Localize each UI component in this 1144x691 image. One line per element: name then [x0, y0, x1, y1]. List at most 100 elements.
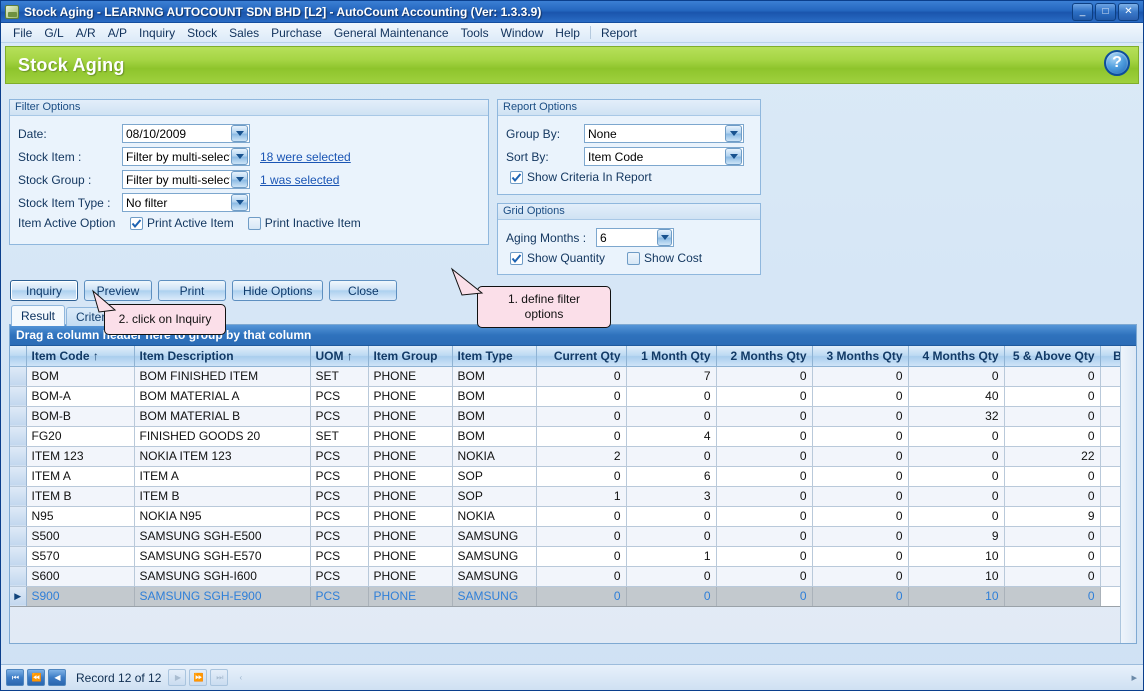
- menu-item-window[interactable]: Window: [495, 24, 550, 42]
- table-cell[interactable]: 0: [812, 386, 909, 407]
- table-row[interactable]: BOM-ABOM MATERIAL APCSPHONEBOM000040040: [10, 386, 1120, 407]
- table-row[interactable]: BOM-BBOM MATERIAL BPCSPHONEBOM000032032: [10, 406, 1120, 427]
- maximize-button[interactable]: □: [1095, 2, 1116, 21]
- hide-options-button[interactable]: Hide Options: [232, 280, 324, 301]
- menu-item-ar[interactable]: A/R: [70, 24, 102, 42]
- table-row[interactable]: N95NOKIA N95PCSPHONENOKIA0000099: [10, 506, 1120, 527]
- table-cell[interactable]: 0: [812, 366, 909, 387]
- table-cell[interactable]: SOP: [452, 486, 537, 507]
- menu-item-help[interactable]: Help: [549, 24, 586, 42]
- table-cell[interactable]: 0: [536, 466, 627, 487]
- table-cell[interactable]: 7: [1100, 366, 1120, 387]
- table-cell[interactable]: ITEM B: [26, 486, 135, 507]
- row-selector-cell[interactable]: [10, 486, 27, 507]
- stock-group-select[interactable]: Filter by multi-select: [122, 170, 250, 189]
- column-header-item-description[interactable]: Item Description: [134, 346, 311, 367]
- table-cell[interactable]: BOM MATERIAL B: [134, 406, 311, 427]
- table-cell[interactable]: PHONE: [368, 506, 453, 527]
- table-cell[interactable]: 0: [536, 566, 627, 587]
- table-cell[interactable]: S900: [26, 586, 135, 607]
- status-resize-grip[interactable]: ▸: [1131, 671, 1137, 684]
- table-cell[interactable]: 0: [536, 386, 627, 407]
- table-cell[interactable]: 22: [1004, 446, 1101, 467]
- table-cell[interactable]: 0: [908, 366, 1005, 387]
- column-header-balance-qty[interactable]: Balance Qty: [1100, 346, 1120, 367]
- table-cell[interactable]: 0: [812, 426, 909, 447]
- show-cost-checkbox[interactable]: Show Cost: [627, 251, 702, 265]
- table-cell[interactable]: NOKIA: [452, 506, 537, 527]
- menu-item-general-maintenance[interactable]: General Maintenance: [328, 24, 455, 42]
- chevron-down-icon[interactable]: [725, 148, 742, 165]
- chevron-down-icon[interactable]: [657, 229, 672, 246]
- stock-group-selected-link[interactable]: 1 was selected: [260, 173, 339, 187]
- nav-last-button[interactable]: ⏭: [210, 669, 229, 686]
- column-header-5-above-qty[interactable]: 5 & Above Qty: [1004, 346, 1101, 367]
- column-header-1-month-qty[interactable]: 1 Month Qty: [626, 346, 717, 367]
- table-cell[interactable]: SAMSUNG: [452, 526, 537, 547]
- table-row[interactable]: S570 SAMSUNG SGH-E570 PCS PHONE SAMSUNG 0 1 0 0 1…: [10, 546, 1120, 567]
- menu-item-report[interactable]: Report: [595, 24, 643, 42]
- table-cell[interactable]: 32: [908, 406, 1005, 427]
- table-cell[interactable]: 0: [536, 586, 627, 607]
- table-cell[interactable]: SAMSUNG SGH-I600: [134, 566, 311, 587]
- table-cell[interactable]: 0: [1004, 406, 1101, 427]
- table-cell[interactable]: NOKIA ITEM 123: [134, 446, 311, 467]
- chevron-down-icon[interactable]: [725, 125, 742, 142]
- table-cell[interactable]: 0: [908, 446, 1005, 467]
- row-selector-cell[interactable]: [10, 546, 27, 567]
- column-header-item-type[interactable]: Item Type: [452, 346, 537, 367]
- table-cell[interactable]: S600: [26, 566, 135, 587]
- table-cell[interactable]: BOM-A: [26, 386, 135, 407]
- sort-by-select[interactable]: Item Code: [584, 147, 744, 166]
- table-cell[interactable]: 0: [626, 446, 717, 467]
- table-cell[interactable]: 9: [1100, 526, 1120, 547]
- table-cell[interactable]: 10: [908, 586, 1005, 607]
- table-cell[interactable]: NOKIA: [452, 446, 537, 467]
- row-selector-cell[interactable]: [10, 466, 27, 487]
- table-cell[interactable]: SAMSUNG: [452, 546, 537, 567]
- table-cell[interactable]: 0: [908, 466, 1005, 487]
- table-cell[interactable]: 0: [812, 526, 909, 547]
- table-cell[interactable]: 0: [626, 506, 717, 527]
- table-cell[interactable]: 0: [716, 486, 813, 507]
- stock-item-type-select[interactable]: No filter: [122, 193, 250, 212]
- table-cell[interactable]: 0: [812, 446, 909, 467]
- column-header-uom[interactable]: UOM ↑: [310, 346, 369, 367]
- table-cell[interactable]: PCS: [310, 466, 369, 487]
- row-selector-cell[interactable]: [10, 526, 27, 547]
- menu-item-file[interactable]: File: [7, 24, 38, 42]
- print-button[interactable]: Print: [158, 280, 226, 301]
- table-cell[interactable]: 10: [1100, 566, 1120, 587]
- print-active-item-checkbox[interactable]: Print Active Item: [130, 216, 234, 230]
- table-cell[interactable]: 0: [812, 466, 909, 487]
- table-cell[interactable]: BOM: [452, 406, 537, 427]
- table-cell[interactable]: 9: [1004, 506, 1101, 527]
- menu-item-tools[interactable]: Tools: [455, 24, 495, 42]
- table-cell[interactable]: BOM: [452, 366, 537, 387]
- table-cell[interactable]: ITEM B: [134, 486, 311, 507]
- menu-item-ap[interactable]: A/P: [102, 24, 133, 42]
- table-cell[interactable]: S570: [26, 546, 135, 567]
- table-cell[interactable]: SAMSUNG SGH-E500: [134, 526, 311, 547]
- table-cell[interactable]: BOM: [26, 366, 135, 387]
- table-cell[interactable]: S500: [26, 526, 135, 547]
- column-header-current-qty[interactable]: Current Qty: [536, 346, 627, 367]
- print-inactive-item-checkbox[interactable]: Print Inactive Item: [247, 216, 361, 230]
- table-cell[interactable]: 0: [716, 406, 813, 427]
- group-by-select[interactable]: None: [584, 124, 744, 143]
- table-cell[interactable]: 0: [1004, 426, 1101, 447]
- table-cell[interactable]: 0: [1004, 466, 1101, 487]
- table-cell[interactable]: 0: [812, 406, 909, 427]
- table-cell[interactable]: 0: [716, 566, 813, 587]
- table-cell[interactable]: 6: [626, 466, 717, 487]
- table-cell[interactable]: 9: [1100, 506, 1120, 527]
- table-cell[interactable]: 6: [1100, 466, 1120, 487]
- table-cell[interactable]: 0: [1004, 526, 1101, 547]
- nav-first-button[interactable]: ⏮: [6, 669, 24, 686]
- nav-prev-page-button[interactable]: ⏪: [27, 669, 45, 686]
- chevron-down-icon[interactable]: [231, 125, 248, 142]
- table-cell[interactable]: PHONE: [368, 486, 453, 507]
- table-cell[interactable]: 0: [536, 426, 627, 447]
- stock-item-selected-link[interactable]: 18 were selected: [260, 150, 351, 164]
- row-selector-cell[interactable]: ▶: [10, 586, 27, 607]
